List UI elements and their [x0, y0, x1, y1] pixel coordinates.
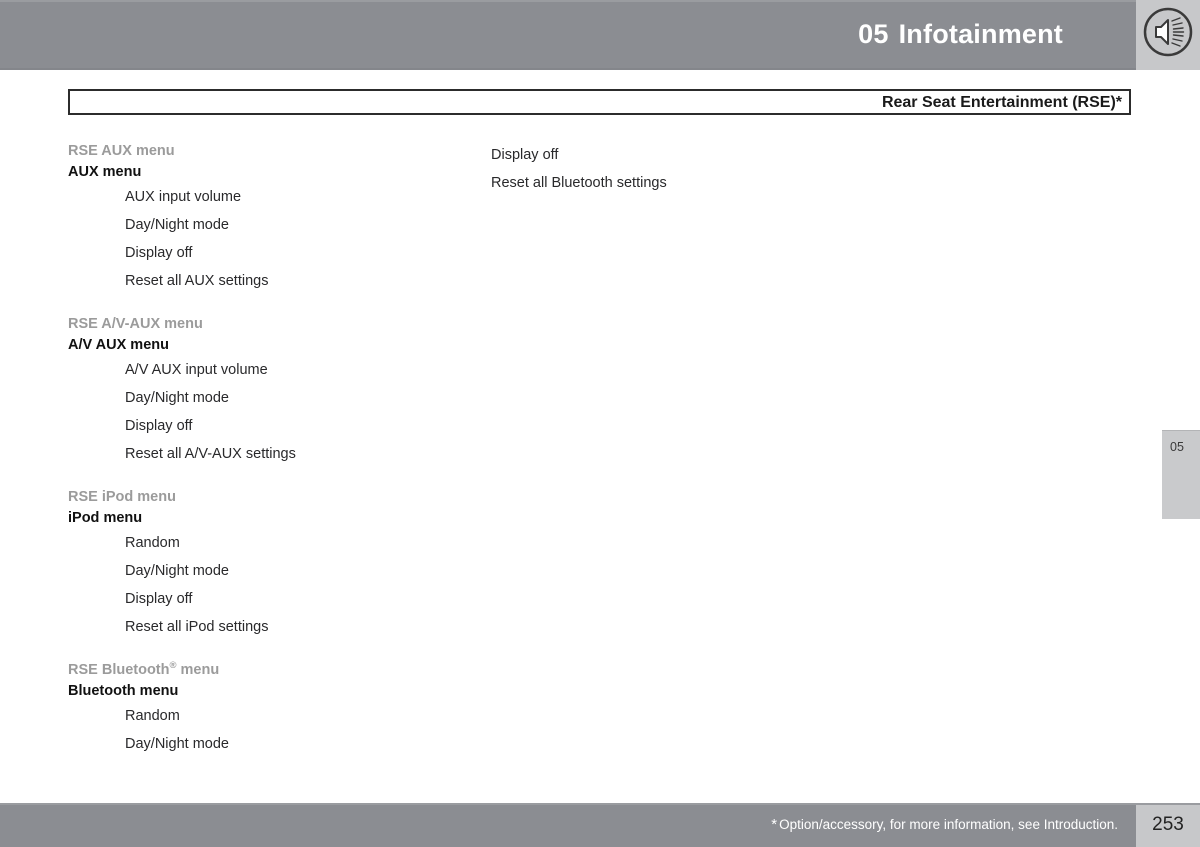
menu-item: Day/Night mode: [125, 736, 229, 752]
header-top-hairline: [0, 0, 1200, 2]
footer-top-hairline: [0, 803, 1200, 805]
menu-item: Display off: [125, 418, 193, 434]
menu-item: AUX input volume: [125, 189, 242, 205]
section-title-box: Rear Seat Entertainment (RSE)*: [68, 89, 1131, 115]
footnote-asterisk: *: [771, 816, 778, 833]
page-header-bar: 05 Infotainment: [0, 0, 1200, 70]
menu-item: Day/Night mode: [125, 563, 229, 579]
footnote-text: Option/accessory, for more information, …: [779, 817, 1118, 832]
menu-item: Day/Night mode: [125, 390, 229, 406]
menu-group-title: AUX menu: [68, 164, 142, 180]
menu-group-title: iPod menu: [68, 510, 143, 526]
page-number: 253: [1152, 814, 1184, 835]
chapter-title: Infotainment: [898, 19, 1063, 49]
left-column: RSE AUX menu AUX menu AUX input volume D…: [68, 141, 468, 777]
menu-item: Reset all A/V-AUX settings: [125, 446, 296, 462]
menu-item: Reset all iPod settings: [125, 619, 269, 635]
chapter-side-tab: 05: [1162, 430, 1200, 519]
menu-group: RSE Bluetooth® menu Bluetooth menu Rando…: [68, 660, 468, 758]
menu-item: Display off: [491, 147, 559, 163]
section-title: Rear Seat Entertainment (RSE)*: [881, 94, 1122, 111]
menu-group-title: Bluetooth menu: [68, 683, 179, 699]
menu-group-subtitle: RSE AUX menu: [68, 143, 175, 159]
menu-group: RSE A/V-AUX menu A/V AUX menu A/V AUX in…: [68, 314, 468, 468]
menu-item: Day/Night mode: [125, 217, 229, 233]
manual-page: 05 Infotainment Rear Seat Entertainment …: [0, 0, 1200, 847]
chapter-side-tab-label: 05: [1170, 440, 1184, 454]
menu-group-subtitle: RSE Bluetooth® menu: [68, 660, 468, 681]
menu-group-subtitle: RSE A/V-AUX menu: [68, 316, 203, 332]
menu-item: Reset all Bluetooth settings: [491, 175, 667, 191]
page-number-box: 253: [1136, 805, 1200, 847]
page-footer-bar: * Option/accessory, for more information,…: [0, 803, 1200, 847]
menu-group-title: A/V AUX menu: [68, 337, 169, 353]
menu-item: Reset all AUX settings: [125, 273, 269, 289]
menu-item: Display off: [125, 591, 193, 607]
menu-item: A/V AUX input volume: [125, 362, 268, 378]
header-bottom-hairline: [0, 68, 1200, 70]
menu-item: Random: [125, 535, 180, 551]
menu-group-subtitle: RSE iPod menu: [68, 489, 176, 505]
menu-group-subtitle-main: RSE Bluetooth: [68, 662, 170, 678]
menu-group-subtitle-tail: menu: [176, 662, 220, 678]
menu-group: RSE iPod menu iPod menu Random Day/Night…: [68, 487, 468, 641]
chapter-icon-box: [1136, 0, 1200, 70]
footnote: * Option/accessory, for more information,…: [771, 816, 1118, 833]
chapter-heading: 05 Infotainment: [858, 19, 1063, 50]
right-column: Display off Reset all Bluetooth settings: [491, 141, 891, 197]
menu-group: RSE AUX menu AUX menu AUX input volume D…: [68, 141, 468, 295]
menu-item: Random: [125, 708, 180, 724]
chapter-number: 05: [858, 19, 889, 49]
registered-trademark-mark: ®: [169, 660, 177, 672]
menu-item: Display off: [125, 245, 193, 261]
